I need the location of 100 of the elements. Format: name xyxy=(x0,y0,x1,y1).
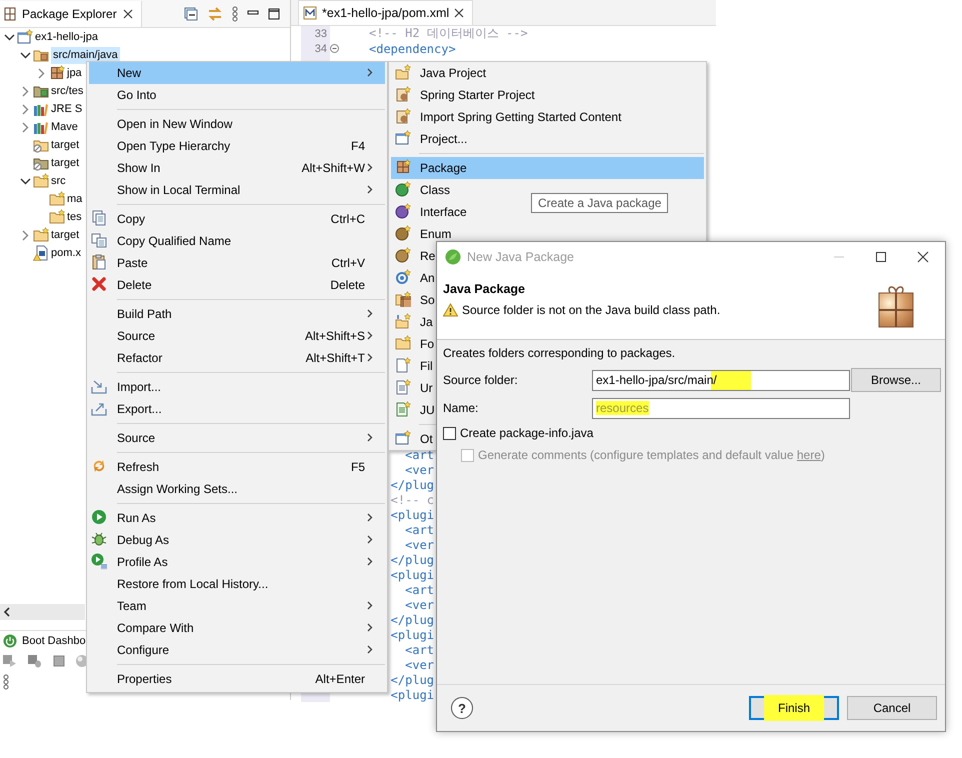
menu-item[interactable]: Spring Starter Project xyxy=(420,88,535,102)
library-icon xyxy=(33,119,49,135)
code-line: </plug xyxy=(390,672,434,686)
menu-item[interactable]: Open in New Window xyxy=(117,117,232,131)
menu-item[interactable]: Run As xyxy=(117,511,156,525)
menu-item[interactable]: Ur xyxy=(420,381,433,395)
menu-item[interactable]: Compare With xyxy=(117,621,194,635)
menu-item[interactable]: Profile As xyxy=(117,555,168,569)
menu-item[interactable]: Java Project xyxy=(420,66,486,80)
tree-item[interactable]: src/main/java xyxy=(51,46,120,64)
project-icon xyxy=(395,130,411,146)
folder-icon xyxy=(49,191,65,207)
menu-item[interactable]: Team xyxy=(117,599,146,613)
close-icon[interactable] xyxy=(454,8,464,18)
menu-item[interactable]: Configure xyxy=(117,643,170,657)
close-icon[interactable] xyxy=(122,9,133,19)
menu-item[interactable]: Re xyxy=(420,249,436,263)
menu-item[interactable]: Open Type Hierarchy xyxy=(117,139,230,153)
menu-item[interactable]: Source xyxy=(117,329,156,343)
line-number: 34 xyxy=(314,42,328,54)
tree-item[interactable]: tes xyxy=(67,210,82,224)
checkbox-label: Create package-info.java xyxy=(460,426,594,440)
menu-item[interactable]: Copy xyxy=(117,212,146,226)
tree-item[interactable]: target xyxy=(51,138,80,152)
class-icon xyxy=(395,180,411,196)
menu-item[interactable]: Show in Local Terminal xyxy=(117,183,240,197)
menu-item[interactable]: Refresh xyxy=(117,460,160,474)
window-title: New Java Package xyxy=(467,250,574,264)
annotation-icon xyxy=(395,268,411,284)
dialog-button[interactable]: Finish xyxy=(749,696,839,720)
menu-item[interactable]: Assign Working Sets... xyxy=(117,482,238,496)
code-line: <plugi xyxy=(390,568,434,582)
tree-item[interactable]: jpa xyxy=(67,66,82,80)
menu-item[interactable]: An xyxy=(420,271,435,285)
menu-item[interactable]: Source xyxy=(117,431,156,445)
stop-icon[interactable] xyxy=(52,654,66,668)
menu-item[interactable]: Import... xyxy=(117,380,162,394)
menu-item[interactable]: JU xyxy=(420,403,435,417)
tree-item[interactable]: src/tes xyxy=(51,84,84,98)
description-text: Creates folders corresponding to packages. xyxy=(443,346,676,360)
tree-item[interactable]: Mave xyxy=(51,120,78,134)
menu-item[interactable]: Ot xyxy=(420,432,433,446)
tree-item[interactable]: target xyxy=(51,156,80,170)
help-button[interactable]: ? xyxy=(451,697,473,719)
debug-start-icon[interactable] xyxy=(27,654,43,668)
horizontal-scrollbar[interactable] xyxy=(0,604,85,620)
code-line: <ver xyxy=(404,462,434,476)
view-tab-title[interactable]: Boot Dashbo xyxy=(22,634,86,646)
menu-item[interactable]: Show In xyxy=(117,161,160,175)
shortcut-text: Delete xyxy=(329,278,366,292)
menu-item[interactable]: Enum xyxy=(420,227,452,241)
scroll-left-icon[interactable] xyxy=(3,607,11,617)
collapse-all-icon[interactable] xyxy=(184,7,198,21)
menu-item[interactable]: New xyxy=(89,62,385,84)
more-options-icon[interactable] xyxy=(232,6,238,22)
browse-button[interactable]: Browse... xyxy=(851,368,941,392)
menu-item[interactable]: Fo xyxy=(420,337,434,351)
checkbox[interactable] xyxy=(443,426,456,440)
tree-item[interactable]: src xyxy=(51,174,66,188)
menu-item[interactable]: Debug As xyxy=(117,533,170,547)
menu-item[interactable]: Ja xyxy=(420,315,433,329)
menu-item[interactable]: Properties xyxy=(117,672,172,686)
fold-icon[interactable] xyxy=(330,44,339,53)
menu-item[interactable]: Go Into xyxy=(117,88,156,102)
spring-project-icon xyxy=(395,108,411,124)
menu-item[interactable]: Refactor xyxy=(117,351,162,365)
menu-item[interactable]: Delete xyxy=(117,278,152,292)
tree-item[interactable]: ma xyxy=(67,192,82,206)
menu-item[interactable]: Interface xyxy=(420,205,467,219)
tree-item[interactable]: ex1-hello-jpa xyxy=(35,30,98,44)
menu-item[interactable]: Package xyxy=(391,157,704,179)
dialog-button[interactable]: Cancel xyxy=(847,696,937,720)
line-number: 33 xyxy=(314,28,328,40)
tree-item[interactable]: pom.x xyxy=(51,246,81,260)
menu-item[interactable]: Class xyxy=(420,183,450,197)
code-line: <ver xyxy=(404,598,434,612)
maximize-icon[interactable] xyxy=(268,8,280,20)
field-label: Name: xyxy=(443,401,480,415)
paste-icon xyxy=(91,254,107,270)
shortcut-text: Ctrl+V xyxy=(330,256,366,270)
leaf-icon xyxy=(445,249,461,265)
menu-item[interactable]: Restore from Local History... xyxy=(117,577,268,591)
menu-item[interactable]: Fil xyxy=(420,359,433,373)
code-line: <ver xyxy=(404,538,434,552)
more-options-icon[interactable] xyxy=(3,674,9,690)
menu-item[interactable]: So xyxy=(420,293,435,307)
menu-item[interactable]: Import Spring Getting Started Content xyxy=(420,110,622,124)
close-icon[interactable] xyxy=(917,251,929,263)
start-icon[interactable] xyxy=(2,654,18,668)
menu-item[interactable]: Export... xyxy=(117,402,162,416)
shortcut-text: F4 xyxy=(350,139,366,153)
run-icon xyxy=(91,508,107,524)
menu-item[interactable]: Copy Qualified Name xyxy=(117,234,232,248)
library-icon xyxy=(33,101,49,117)
menu-item[interactable]: Build Path xyxy=(117,307,172,321)
tree-item[interactable]: target xyxy=(51,228,80,242)
tree-item[interactable]: JRE S xyxy=(51,102,82,116)
maximize-icon[interactable] xyxy=(875,251,887,263)
menu-item[interactable]: Paste xyxy=(117,256,148,270)
menu-item[interactable]: Project... xyxy=(420,132,468,146)
